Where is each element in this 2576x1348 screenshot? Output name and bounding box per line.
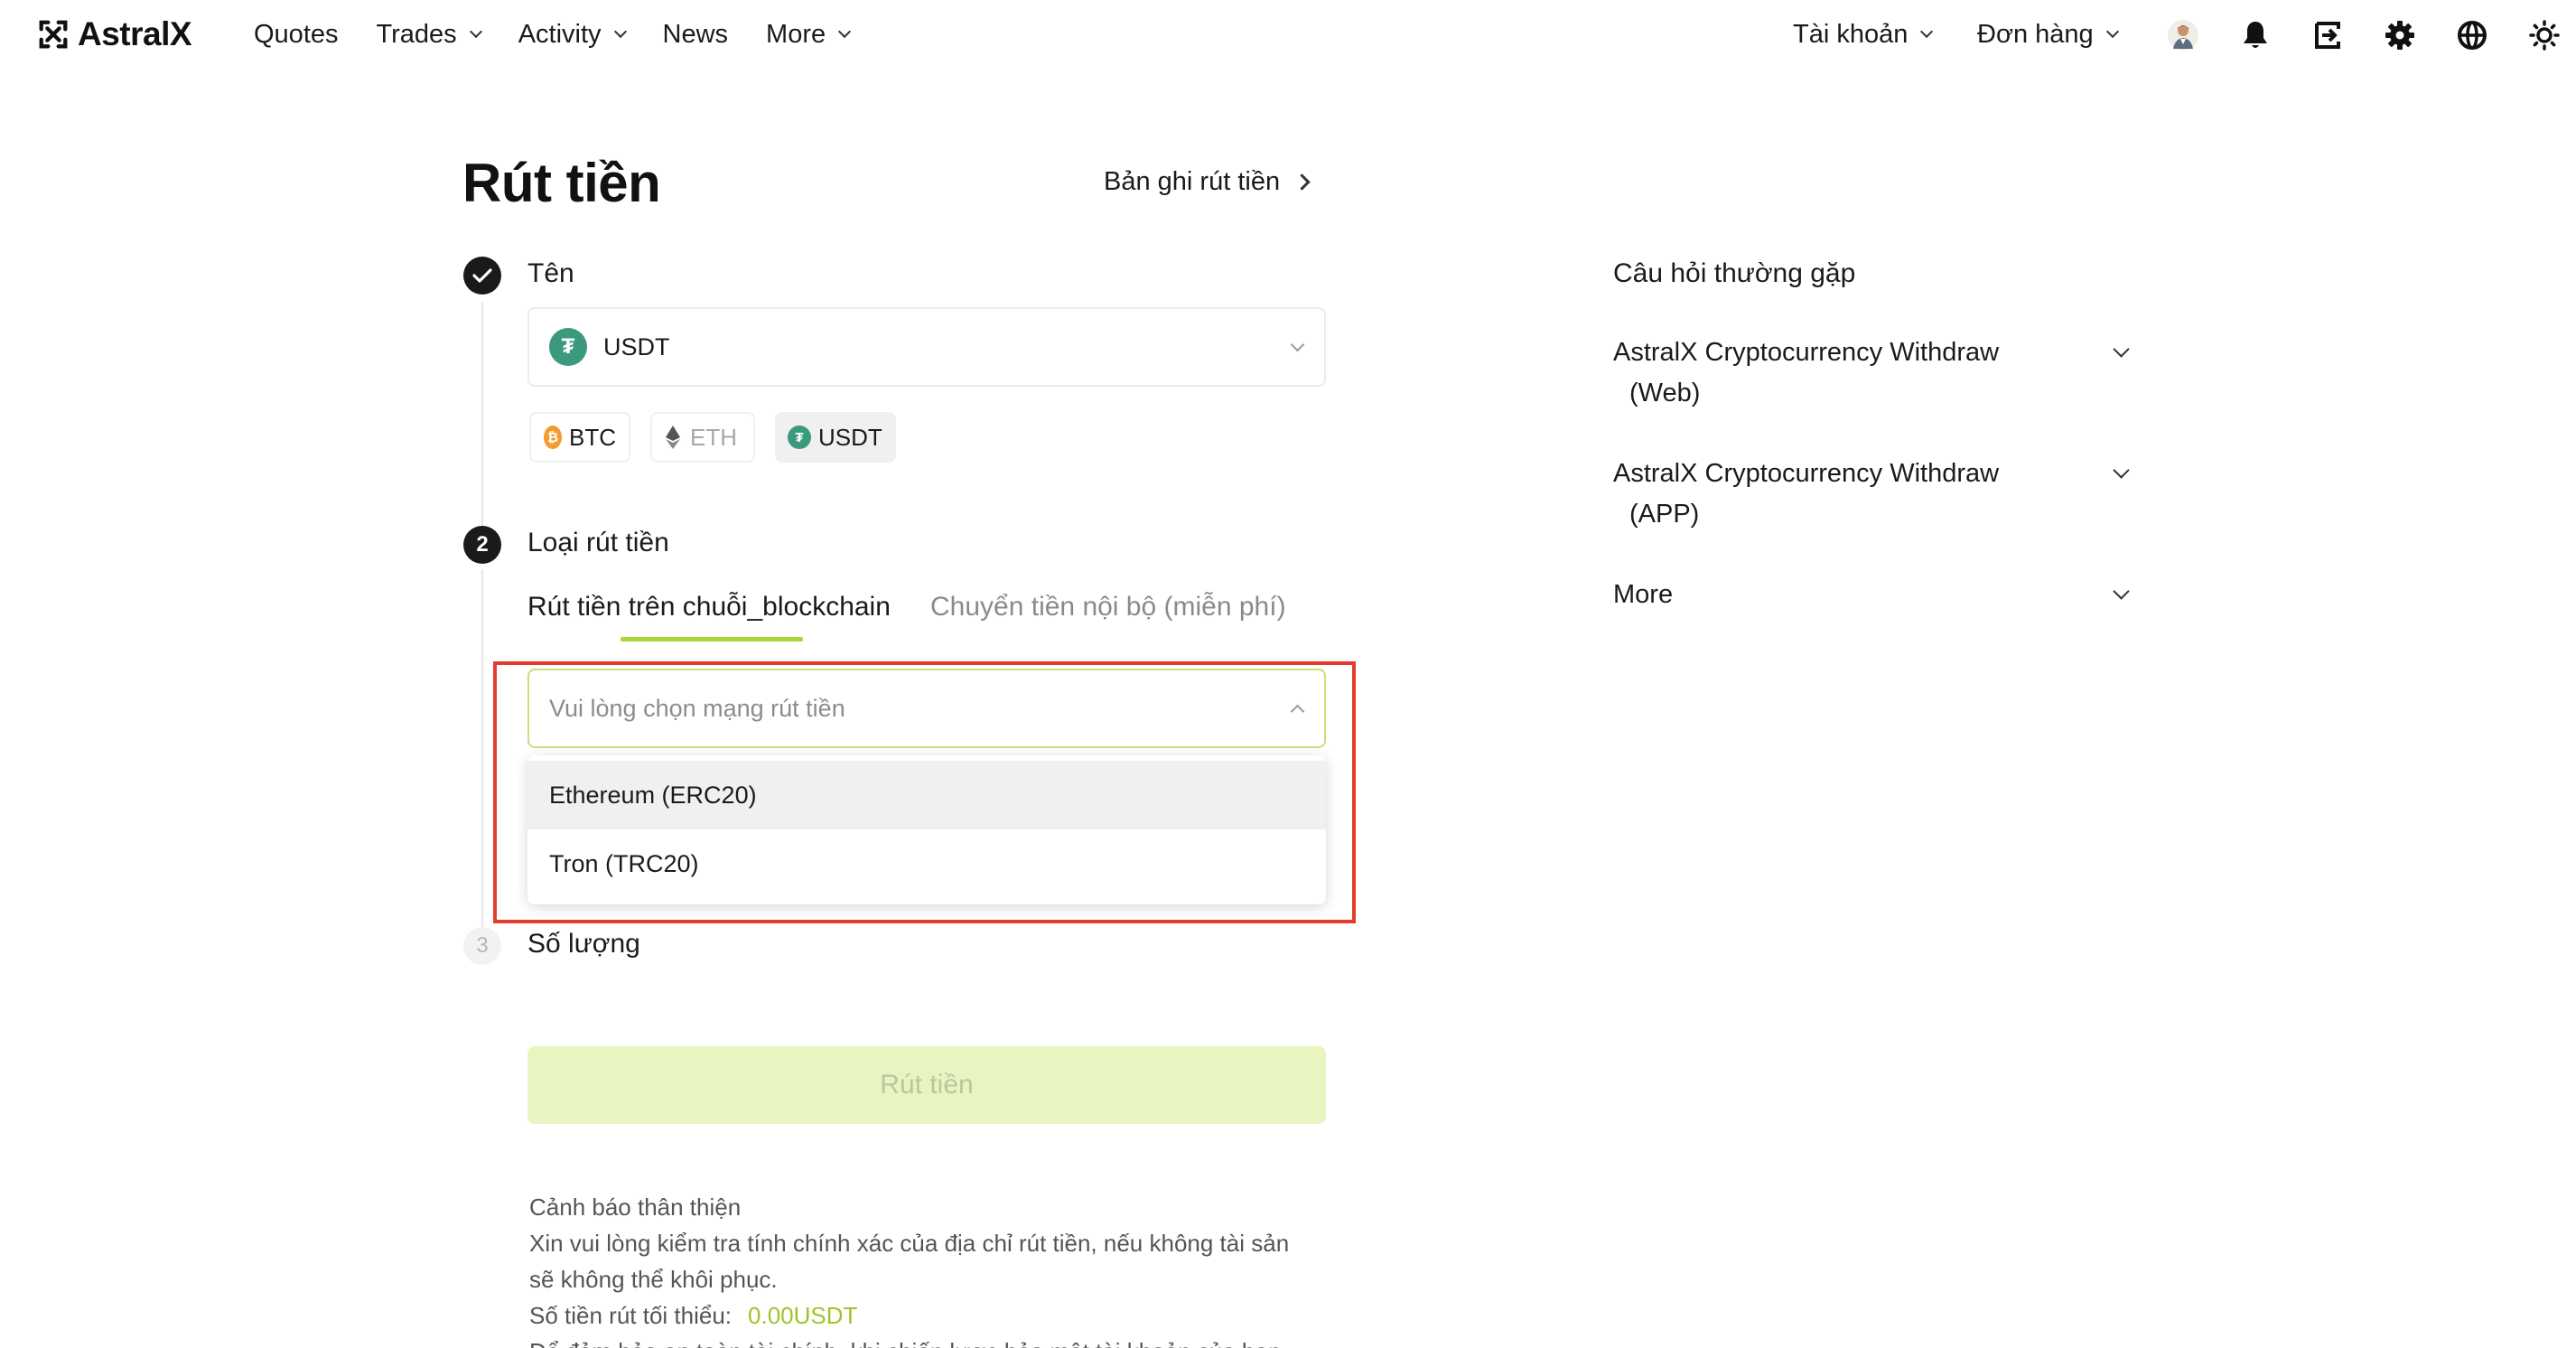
chevron-up-icon [1290,704,1305,719]
download-app-button[interactable] [2312,20,2343,51]
network-select-placeholder: Vui lòng chọn mạng rút tiền [549,694,845,722]
nav-quotes-label: Quotes [254,19,339,49]
step-2-badge: 2 [463,526,501,564]
faq-question: AstralX Cryptocurrency Withdraw [1613,338,2000,367]
faq-question: AstralX Cryptocurrency Withdraw [1613,459,2000,488]
notes-line: sẽ không thể khôi phục. [529,1266,778,1293]
tether-icon: ₮ [549,328,587,366]
page-title: Rút tiền [462,153,661,213]
account-label: Tài khoản [1793,19,1909,49]
orders-label: Đơn hàng [1977,19,2094,49]
chevron-down-icon [838,24,852,39]
coin-chip-btc[interactable]: ₿ BTC [529,412,630,463]
avatar-icon [2168,20,2198,51]
withdraw-records-label: Bản ghi rút tiền [1104,167,1281,196]
faq-question: More [1613,580,1674,609]
network-dropdown: Ethereum (ERC20) Tron (TRC20) [527,755,1326,904]
coin-chip-label: ETH [690,423,737,451]
download-app-icon [2315,22,2340,49]
chevron-down-icon [1290,337,1305,352]
step-2-label: Loại rút tiền [527,528,669,557]
network-option-trc20[interactable]: Tron (TRC20) [527,829,1326,898]
theme-toggle[interactable] [2529,20,2560,51]
globe-icon [2458,21,2487,50]
faq-question-suffix: (Web) [1629,379,1701,407]
chevron-down-icon [613,24,627,39]
brand-name: AstralX [78,15,192,52]
coin-select[interactable]: ₮ USDT [527,307,1326,387]
nav-activity[interactable]: Activity [518,19,627,50]
chevron-down-icon [1920,24,1934,39]
theme-sun-icon [2529,20,2560,51]
notes-line: Để đảm bảo an toàn tài chính, khi chiến … [529,1334,1328,1348]
coin-chip-usdt[interactable]: ₮ USDT [775,412,896,463]
faq-question-suffix: (APP) [1629,500,1700,529]
bell-icon [2244,22,2267,48]
nav-trades-label: Trades [376,19,457,49]
gear-icon [2385,21,2414,50]
checkmark-icon [472,268,492,283]
bitcoin-icon: ₿ [544,426,562,449]
avatar[interactable] [2168,20,2198,51]
orders-menu[interactable]: Đơn hàng [1977,13,2119,56]
minimum-withdraw-label: Số tiền rút tối thiểu: [529,1302,733,1329]
notes-line: Xin vui lòng kiểm tra tính chính xác của… [529,1230,1290,1257]
settings-button[interactable] [2385,20,2415,51]
nav-more[interactable]: More [766,19,852,50]
ethereum-icon [666,426,680,449]
network-select[interactable]: Vui lòng chọn mạng rút tiền [527,669,1326,748]
nav-more-label: More [766,19,826,49]
nav-activity-label: Activity [518,19,602,49]
minimum-withdraw-row: Số tiền rút tối thiểu: 0.00USDT [529,1297,1328,1334]
withdraw-records-link[interactable]: Bản ghi rút tiền [1104,167,1311,197]
language-button[interactable] [2457,20,2487,51]
step-1-label: Tên [527,258,574,288]
faq-title: Câu hỏi thường gặp [1613,258,1856,288]
coin-chip-label: USDT [818,423,882,451]
nav-news-label: News [662,19,729,49]
withdraw-button[interactable]: Rút tiền [527,1046,1326,1124]
step-3-badge: 3 [463,927,501,965]
nav-quotes[interactable]: Quotes [254,20,339,50]
faq-item-web[interactable]: AstralX Cryptocurrency Withdraw (Web) [1613,332,2137,414]
faq-item-app[interactable]: AstralX Cryptocurrency Withdraw (APP) [1613,454,2137,535]
coin-chip-label: BTC [569,423,616,451]
network-option-erc20[interactable]: Ethereum (ERC20) [527,761,1326,829]
active-tab-indicator [621,637,803,641]
user-menu: Tài khoản Đơn hàng [1763,13,2576,56]
tab-internal-transfer[interactable]: Chuyển tiền nội bộ (miễn phí) [930,592,1286,623]
main-menu: Quotes Trades Activity News More [254,16,887,52]
step-connector [481,569,483,931]
withdraw-notes: Cảnh báo thân thiện Xin vui lòng kiểm tr… [529,1189,1328,1348]
step-1-complete-badge [463,257,501,295]
account-menu[interactable]: Tài khoản [1793,13,1934,56]
chevron-right-icon [1293,173,1311,191]
chevron-down-icon [2105,24,2119,39]
tether-icon: ₮ [788,426,811,449]
step-connector [481,302,483,528]
brand-logo[interactable]: AstralX [36,14,192,54]
top-navigation: AstralX Quotes Trades Activity News More… [0,0,2576,69]
step-3-label: Số lượng [527,929,640,959]
minimum-withdraw-value: 0.00USDT [748,1302,858,1329]
notes-heading: Cảnh báo thân thiện [529,1194,742,1221]
logo-mark-icon [39,20,68,49]
faq-item-more[interactable]: More [1613,575,2137,615]
notification-bell[interactable] [2240,20,2271,51]
selected-coin: USDT [603,332,670,360]
nav-news[interactable]: News [663,20,729,50]
chevron-down-icon [469,24,482,39]
coin-chip-eth[interactable]: ETH [650,412,755,463]
tab-onchain-withdraw[interactable]: Rút tiền trên chuỗi_blockchain [527,592,891,623]
nav-trades[interactable]: Trades [376,19,482,50]
